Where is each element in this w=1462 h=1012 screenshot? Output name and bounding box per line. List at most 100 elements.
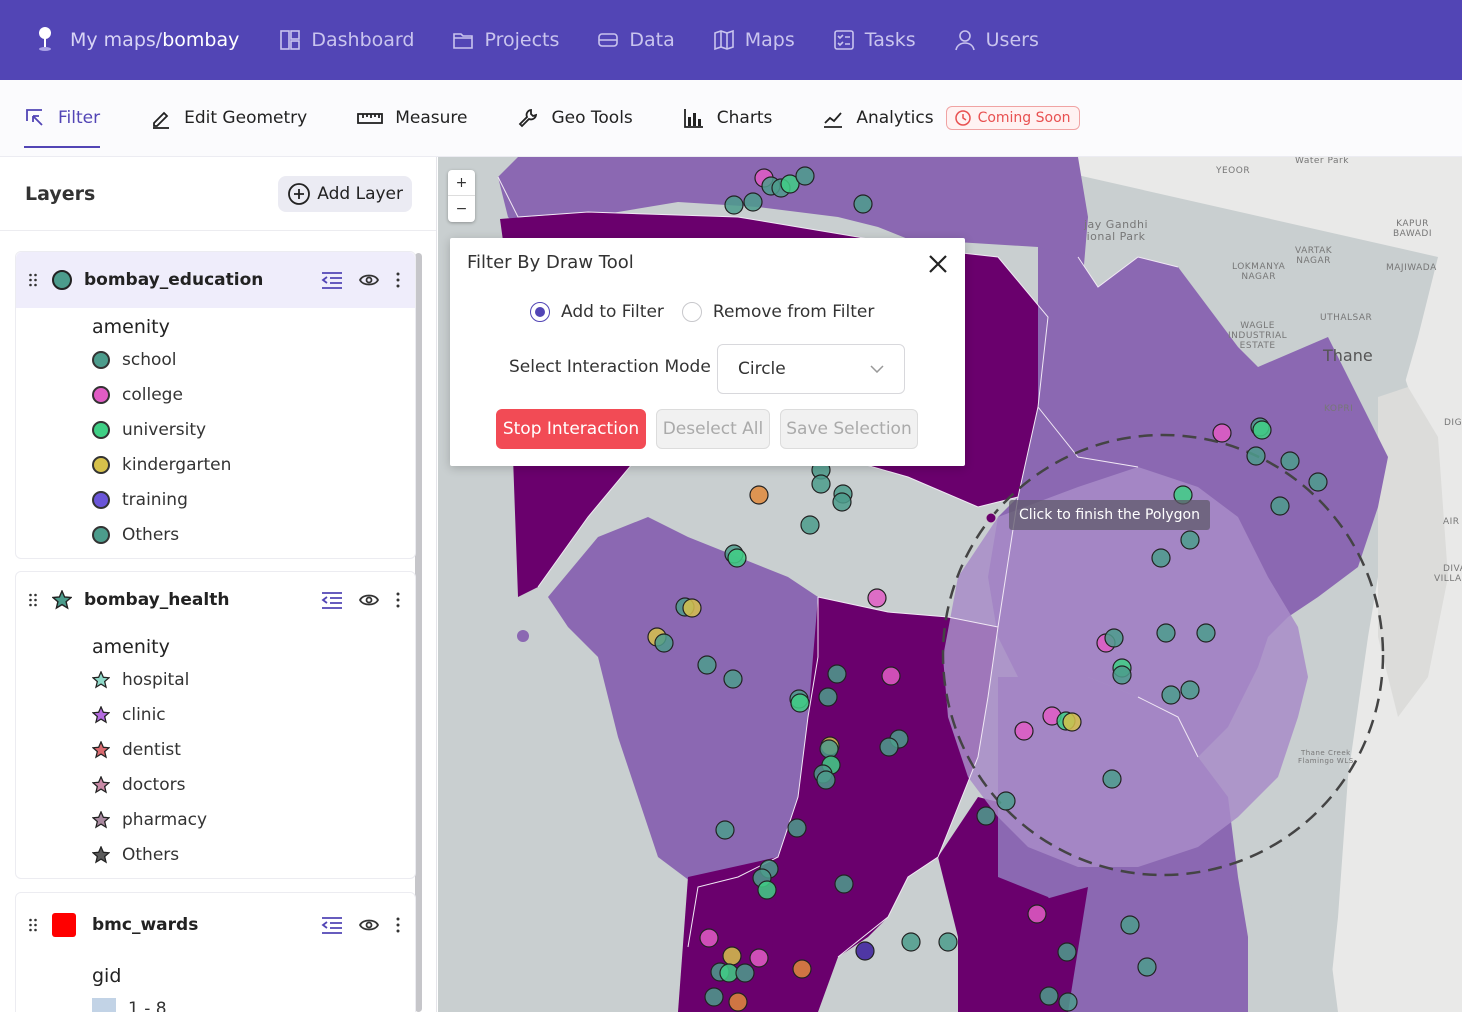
legend-color-swatch bbox=[92, 997, 116, 1012]
map-icon bbox=[713, 29, 734, 51]
drag-handle-icon[interactable] bbox=[28, 592, 38, 608]
legend-item-label: dentist bbox=[122, 739, 181, 760]
layer-card-education: bombay_education amenity school college … bbox=[15, 251, 416, 559]
folder-icon bbox=[453, 33, 474, 49]
circle-marker-icon bbox=[92, 525, 110, 544]
select-filter-icon bbox=[26, 109, 43, 126]
add-to-filter-radio[interactable]: Add to Filter bbox=[530, 302, 664, 322]
visibility-eye-icon[interactable] bbox=[359, 918, 379, 932]
drag-handle-icon[interactable] bbox=[28, 272, 38, 288]
zoom-out-button[interactable]: − bbox=[448, 196, 475, 222]
legend-item-label: 1 - 8 bbox=[128, 998, 167, 1012]
legend-item: kindergarten bbox=[92, 447, 415, 482]
layers-header: Layers Add Layer bbox=[0, 157, 436, 231]
layer-legend: amenity hospital clinic dentist doctors … bbox=[16, 628, 415, 872]
tool-filter[interactable]: Filter bbox=[24, 80, 101, 157]
coming-soon-badge: Coming Soon bbox=[945, 106, 1080, 130]
layer-header-wards[interactable]: bmc_wards bbox=[16, 893, 415, 957]
nav-maps-label: Maps bbox=[744, 29, 795, 51]
close-icon[interactable] bbox=[927, 253, 949, 279]
more-options-icon[interactable] bbox=[395, 592, 401, 608]
breadcrumb[interactable]: My maps/ bombay bbox=[32, 26, 239, 54]
legend-item-label: clinic bbox=[122, 704, 166, 725]
tool-filter-label: Filter bbox=[58, 108, 101, 128]
remove-from-filter-label: Remove from Filter bbox=[712, 302, 875, 322]
tool-measure[interactable]: Measure bbox=[357, 80, 467, 157]
more-options-icon[interactable] bbox=[395, 272, 401, 288]
layer-card-health: bombay_health amenity hospital clinic de… bbox=[15, 571, 416, 879]
layers-scrollbar[interactable] bbox=[415, 253, 422, 1012]
pencil-icon bbox=[153, 111, 170, 129]
ruler-icon bbox=[357, 113, 384, 124]
legend-item: college bbox=[92, 377, 415, 412]
stop-interaction-button[interactable]: Stop Interaction bbox=[496, 409, 646, 449]
tools-toolbar: Filter Edit Geometry Measure Geo Tools C… bbox=[0, 80, 1462, 157]
legend-item: training bbox=[92, 482, 415, 517]
layer-legend: amenity school college university kinder… bbox=[16, 308, 415, 552]
nav-projects-label: Projects bbox=[484, 29, 560, 51]
chevron-down-icon bbox=[870, 365, 884, 373]
legend-toggle-icon[interactable] bbox=[321, 916, 343, 934]
circle-marker-icon bbox=[92, 420, 110, 439]
legend-item-label: Others bbox=[122, 524, 180, 545]
nav-maps[interactable]: Maps bbox=[713, 29, 795, 51]
legend-item-label: school bbox=[122, 349, 177, 370]
legend-item: clinic bbox=[92, 697, 415, 732]
star-icon bbox=[92, 810, 110, 829]
legend-attribute: amenity bbox=[92, 316, 170, 338]
add-to-filter-label: Add to Filter bbox=[561, 302, 664, 322]
more-options-icon[interactable] bbox=[395, 917, 401, 933]
map-label-digha: DIG bbox=[1444, 418, 1462, 428]
breadcrumb-root[interactable]: My maps/ bbox=[70, 29, 162, 51]
layer-header-education[interactable]: bombay_education bbox=[16, 252, 415, 308]
star-icon bbox=[92, 670, 110, 689]
map-label-kapur: KAPUR BAWADI bbox=[1393, 219, 1432, 239]
tool-analytics-label: Analytics bbox=[856, 108, 934, 128]
layer-name: bombay_education bbox=[84, 270, 264, 290]
nav-dashboard[interactable]: Dashboard bbox=[279, 29, 414, 51]
map-label-uthalsar: UTHALSAR bbox=[1320, 313, 1373, 323]
layer-style-swatch bbox=[52, 270, 72, 290]
zoom-in-button[interactable]: + bbox=[448, 170, 475, 196]
add-layer-button[interactable]: Add Layer bbox=[278, 175, 412, 212]
interaction-mode-select[interactable]: Circle bbox=[717, 344, 905, 394]
user-icon bbox=[954, 30, 975, 51]
layers-title: Layers bbox=[25, 182, 96, 205]
map-label-yeoor: YEOOR bbox=[1216, 166, 1251, 176]
nav-users[interactable]: Users bbox=[954, 29, 1039, 51]
tool-charts[interactable]: Charts bbox=[683, 80, 773, 157]
legend-item: university bbox=[92, 412, 415, 447]
tool-edit-geometry[interactable]: Edit Geometry bbox=[150, 80, 307, 157]
legend-item-label: kindergarten bbox=[122, 454, 232, 475]
map-label-majiwada: MAJIWADA bbox=[1386, 263, 1437, 273]
map-pin-icon bbox=[39, 27, 51, 51]
breadcrumb-current: bombay bbox=[162, 29, 240, 51]
deselect-all-button[interactable]: Deselect All bbox=[656, 409, 770, 449]
legend-attribute: gid bbox=[92, 965, 122, 987]
nav-projects[interactable]: Projects bbox=[452, 29, 559, 51]
add-layer-label: Add Layer bbox=[317, 183, 403, 204]
map-label-thane: Thane bbox=[1323, 346, 1373, 365]
visibility-eye-icon[interactable] bbox=[359, 273, 379, 287]
nav-tasks[interactable]: Tasks bbox=[833, 29, 916, 51]
legend-item: hospital bbox=[92, 662, 415, 697]
legend-attribute: amenity bbox=[92, 636, 170, 658]
legend-item-label: training bbox=[122, 489, 188, 510]
tool-geo-tools[interactable]: Geo Tools bbox=[517, 80, 633, 157]
save-selection-button[interactable]: Save Selection bbox=[780, 409, 918, 449]
drag-handle-icon[interactable] bbox=[28, 917, 38, 933]
layer-header-health[interactable]: bombay_health bbox=[16, 572, 415, 628]
legend-item-label: hospital bbox=[122, 669, 190, 690]
tool-charts-label: Charts bbox=[716, 108, 773, 128]
remove-from-filter-radio[interactable]: Remove from Filter bbox=[681, 302, 875, 322]
nav-data[interactable]: Data bbox=[597, 29, 675, 51]
legend-toggle-icon[interactable] bbox=[321, 591, 343, 609]
visibility-eye-icon[interactable] bbox=[359, 593, 379, 607]
legend-toggle-icon[interactable] bbox=[321, 271, 343, 289]
nav-tasks-label: Tasks bbox=[864, 29, 916, 51]
tool-analytics[interactable]: Analytics bbox=[822, 80, 934, 157]
legend-item-label: doctors bbox=[122, 774, 186, 795]
legend-item: school bbox=[92, 342, 415, 377]
radio-unselected-icon bbox=[681, 302, 702, 322]
layer-card-wards: bmc_wards gid 1 - 8 bbox=[15, 892, 416, 1012]
